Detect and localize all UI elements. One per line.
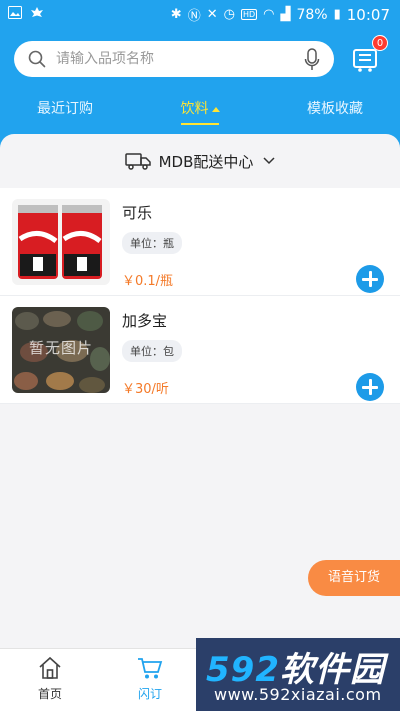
- watermark-url: www.592xiazai.com: [214, 685, 382, 704]
- product-price: ￥30/听: [122, 382, 169, 397]
- tab-drinks[interactable]: 饮料: [170, 92, 230, 126]
- active-tab-indicator: [181, 123, 219, 125]
- product-image: [12, 199, 110, 285]
- distribution-center-selector[interactable]: MDB配送中心: [0, 134, 400, 188]
- nfc-icon: Ⓝ: [187, 9, 201, 24]
- battery-percent: 78%: [296, 6, 328, 23]
- product-image: 暂无图片: [12, 307, 110, 393]
- leaf-icon: [31, 7, 43, 17]
- signal-icon: ▟: [280, 7, 291, 22]
- bluetooth-icon: ✱: [170, 7, 182, 22]
- chevron-down-icon: [263, 157, 275, 165]
- list-item[interactable]: 暂无图片 加多宝 单位：包 ￥30/听: [0, 296, 400, 404]
- truck-icon: [124, 153, 151, 170]
- product-name: 加多宝: [122, 312, 168, 330]
- search-input[interactable]: [56, 47, 306, 71]
- nav-label: 首页: [37, 687, 62, 701]
- voice-order-button[interactable]: 语音订货: [308, 560, 400, 596]
- search-bar[interactable]: [14, 41, 334, 77]
- distribution-center-label: MDB配送中心: [158, 152, 254, 171]
- order-list-button[interactable]: 0: [350, 35, 388, 76]
- caret-up-icon: [211, 106, 220, 112]
- mute-icon: ✕: [206, 7, 218, 22]
- product-price: ￥0.1/瓶: [122, 274, 174, 289]
- hd-icon: HD: [240, 9, 258, 20]
- microphone-icon[interactable]: [304, 48, 320, 72]
- product-list: 可乐 单位：瓶 ￥0.1/瓶 暂无图片 加多宝 单位：包 ￥30/听: [0, 188, 400, 404]
- unit-badge: 单位：包: [122, 340, 182, 362]
- cola-can-image: [12, 199, 110, 285]
- watermark-text: 软件园: [279, 650, 385, 690]
- nav-home[interactable]: 首页: [20, 656, 80, 702]
- nav-label: 闪订: [137, 687, 162, 701]
- cart-badge: 0: [372, 35, 388, 51]
- home-icon: [39, 656, 61, 679]
- wifi-icon: ◠: [263, 7, 275, 22]
- watermark: 592软件园 www.592xiazai.com: [196, 638, 400, 711]
- nav-flash-order[interactable]: 闪订: [120, 656, 180, 702]
- tab-label: 最近订购: [37, 101, 93, 117]
- battery-icon: ▮: [333, 7, 341, 22]
- tab-label: 模板收藏: [307, 101, 363, 117]
- search-icon: [28, 50, 46, 68]
- tab-label: 饮料: [180, 101, 209, 117]
- unit-badge: 单位：瓶: [122, 232, 182, 254]
- clock: 10:07: [346, 5, 390, 24]
- add-button[interactable]: [356, 373, 384, 401]
- status-bar: ✱ Ⓝ ✕ ◷ HD ◠ ▟ 78% ▮ 10:07: [0, 0, 400, 28]
- tab-favorites[interactable]: 模板收藏: [294, 92, 376, 126]
- gallery-icon: [8, 6, 22, 19]
- no-image-text: 暂无图片: [28, 339, 93, 357]
- watermark-title: 592软件园: [206, 642, 385, 691]
- watermark-number: 592: [206, 650, 280, 690]
- cart-icon: [138, 658, 163, 679]
- tab-recent[interactable]: 最近订购: [24, 92, 106, 126]
- product-name: 可乐: [122, 204, 153, 222]
- alarm-icon: ◷: [223, 7, 235, 22]
- add-button[interactable]: [356, 265, 384, 293]
- list-item[interactable]: 可乐 单位：瓶 ￥0.1/瓶: [0, 188, 400, 296]
